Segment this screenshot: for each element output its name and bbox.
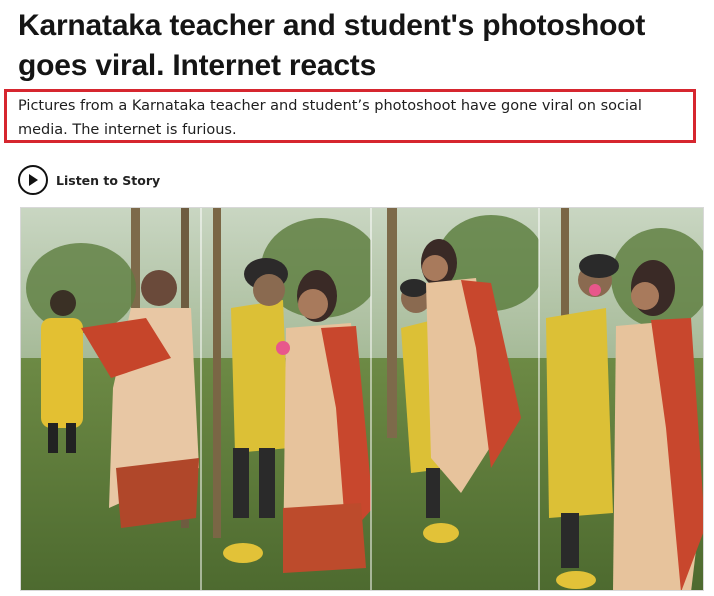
listen-to-story-button[interactable]: Listen to Story — [18, 164, 160, 196]
photo-panel-right — [539, 208, 703, 590]
article-photo-collage — [20, 207, 704, 591]
play-circle-icon[interactable] — [18, 165, 48, 195]
photo-panel-right-center — [371, 208, 546, 590]
photo-illustration — [21, 208, 703, 590]
photo-panel-middle — [201, 208, 381, 590]
photo-panel-left — [21, 208, 201, 590]
article-headline: Karnataka teacher and student's photosho… — [18, 9, 646, 82]
listen-to-story-label: Listen to Story — [56, 172, 161, 188]
article-summary: Pictures from a Karnataka teacher and st… — [18, 98, 642, 138]
